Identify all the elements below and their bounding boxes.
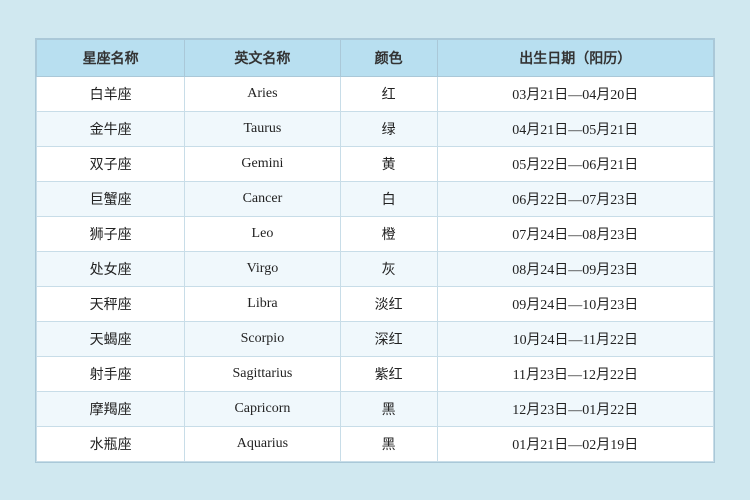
table-row: 白羊座Aries红03月21日—04月20日 (37, 76, 714, 111)
cell-dates: 11月23日—12月22日 (437, 356, 713, 391)
cell-color: 深红 (340, 321, 437, 356)
zodiac-table-wrapper: 星座名称 英文名称 颜色 出生日期（阳历） 白羊座Aries红03月21日—04… (35, 38, 715, 463)
cell-color: 绿 (340, 111, 437, 146)
cell-chinese: 天秤座 (37, 286, 185, 321)
cell-chinese: 狮子座 (37, 216, 185, 251)
table-row: 摩羯座Capricorn黑12月23日—01月22日 (37, 391, 714, 426)
cell-chinese: 水瓶座 (37, 426, 185, 461)
table-row: 天蝎座Scorpio深红10月24日—11月22日 (37, 321, 714, 356)
cell-dates: 10月24日—11月22日 (437, 321, 713, 356)
cell-chinese: 双子座 (37, 146, 185, 181)
col-english-name: 英文名称 (185, 39, 340, 76)
cell-chinese: 天蝎座 (37, 321, 185, 356)
table-row: 天秤座Libra淡红09月24日—10月23日 (37, 286, 714, 321)
cell-dates: 07月24日—08月23日 (437, 216, 713, 251)
cell-dates: 04月21日—05月21日 (437, 111, 713, 146)
cell-english: Aries (185, 76, 340, 111)
cell-color: 红 (340, 76, 437, 111)
col-color: 颜色 (340, 39, 437, 76)
cell-chinese: 金牛座 (37, 111, 185, 146)
cell-chinese: 射手座 (37, 356, 185, 391)
cell-english: Aquarius (185, 426, 340, 461)
cell-english: Cancer (185, 181, 340, 216)
cell-color: 黄 (340, 146, 437, 181)
cell-chinese: 巨蟹座 (37, 181, 185, 216)
cell-color: 黑 (340, 391, 437, 426)
table-row: 水瓶座Aquarius黑01月21日—02月19日 (37, 426, 714, 461)
cell-english: Taurus (185, 111, 340, 146)
table-row: 狮子座Leo橙07月24日—08月23日 (37, 216, 714, 251)
cell-dates: 03月21日—04月20日 (437, 76, 713, 111)
cell-color: 紫红 (340, 356, 437, 391)
cell-color: 灰 (340, 251, 437, 286)
table-row: 巨蟹座Cancer白06月22日—07月23日 (37, 181, 714, 216)
col-chinese-name: 星座名称 (37, 39, 185, 76)
zodiac-table: 星座名称 英文名称 颜色 出生日期（阳历） 白羊座Aries红03月21日—04… (36, 39, 714, 462)
cell-english: Libra (185, 286, 340, 321)
cell-english: Virgo (185, 251, 340, 286)
cell-chinese: 摩羯座 (37, 391, 185, 426)
cell-dates: 09月24日—10月23日 (437, 286, 713, 321)
col-dates: 出生日期（阳历） (437, 39, 713, 76)
table-row: 金牛座Taurus绿04月21日—05月21日 (37, 111, 714, 146)
cell-color: 黑 (340, 426, 437, 461)
table-body: 白羊座Aries红03月21日—04月20日金牛座Taurus绿04月21日—0… (37, 76, 714, 461)
cell-english: Scorpio (185, 321, 340, 356)
cell-dates: 05月22日—06月21日 (437, 146, 713, 181)
table-row: 处女座Virgo灰08月24日—09月23日 (37, 251, 714, 286)
cell-dates: 08月24日—09月23日 (437, 251, 713, 286)
table-row: 射手座Sagittarius紫红11月23日—12月22日 (37, 356, 714, 391)
cell-dates: 12月23日—01月22日 (437, 391, 713, 426)
cell-color: 淡红 (340, 286, 437, 321)
table-header-row: 星座名称 英文名称 颜色 出生日期（阳历） (37, 39, 714, 76)
cell-color: 橙 (340, 216, 437, 251)
cell-english: Capricorn (185, 391, 340, 426)
cell-english: Sagittarius (185, 356, 340, 391)
cell-english: Leo (185, 216, 340, 251)
cell-color: 白 (340, 181, 437, 216)
cell-english: Gemini (185, 146, 340, 181)
table-row: 双子座Gemini黄05月22日—06月21日 (37, 146, 714, 181)
cell-dates: 06月22日—07月23日 (437, 181, 713, 216)
cell-chinese: 白羊座 (37, 76, 185, 111)
cell-chinese: 处女座 (37, 251, 185, 286)
cell-dates: 01月21日—02月19日 (437, 426, 713, 461)
